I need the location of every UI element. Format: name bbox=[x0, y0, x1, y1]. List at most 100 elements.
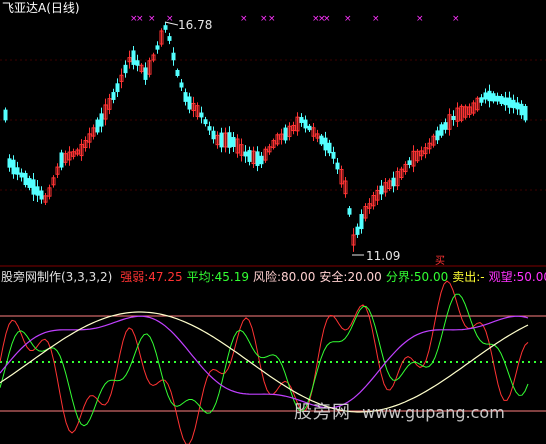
watermark: 股旁网 www.gupang.com bbox=[294, 398, 505, 424]
x-marker: × bbox=[148, 14, 156, 24]
candle-body bbox=[19, 172, 24, 178]
candle-body bbox=[247, 150, 252, 162]
candle-body bbox=[495, 95, 500, 102]
candle-body bbox=[347, 208, 352, 215]
x-marker: × bbox=[323, 14, 331, 24]
indicator-title: 股旁网制作(3,3,3,2) bbox=[1, 270, 113, 284]
candle-body bbox=[203, 119, 208, 125]
indicator-field: 安全:20.00 bbox=[319, 270, 382, 284]
candle-body bbox=[99, 113, 104, 127]
candle-body bbox=[243, 151, 248, 157]
candle-body bbox=[199, 112, 204, 118]
candle-body bbox=[327, 142, 332, 154]
candle-body bbox=[7, 158, 12, 168]
candle-body bbox=[11, 159, 16, 175]
candle-body bbox=[179, 82, 184, 88]
candle-body bbox=[15, 167, 20, 175]
indicator-header: 股旁网制作(3,3,3,2) 强弱:47.25 平均:45.19 风险:80.00 安… bbox=[1, 270, 546, 284]
candle-body bbox=[3, 109, 8, 121]
indicator-field: 观望:50.00 bbox=[488, 270, 546, 284]
x-marker: × bbox=[240, 14, 248, 24]
candle-body bbox=[435, 130, 440, 141]
candle-body bbox=[163, 25, 168, 30]
candle-body bbox=[487, 90, 492, 102]
candle-body bbox=[31, 179, 36, 195]
candle-body bbox=[439, 124, 444, 136]
candle-body bbox=[231, 137, 236, 147]
indicator-field: 平均:45.19 bbox=[186, 270, 249, 284]
candlesticks[interactable] bbox=[3, 22, 528, 252]
stock-chart[interactable]: ×× × × × × × ××× × × × × 16.78 11.09 买 bbox=[0, 0, 546, 444]
candle-body bbox=[59, 152, 64, 168]
watermark-cn: 股旁网 bbox=[294, 402, 351, 423]
x-marker: × bbox=[136, 14, 144, 24]
candle-body bbox=[183, 92, 188, 102]
chart-window: × × × × × × × × × × × × × × 16.78 11.09 买 飞亚达A(日线) 股旁… bbox=[0, 0, 546, 444]
indicator-fields: 强弱:47.25 平均:45.19 风险:80.00 安全:20.00 分界:50.00… bbox=[116, 270, 546, 284]
x-marker: × bbox=[372, 14, 380, 24]
candle-body bbox=[39, 190, 44, 200]
candle-body bbox=[131, 50, 136, 65]
candle-body bbox=[155, 45, 160, 50]
candle-body bbox=[143, 67, 148, 80]
candle-body bbox=[111, 92, 116, 100]
candle-body bbox=[479, 97, 484, 103]
candle-body bbox=[171, 52, 176, 61]
candle-body bbox=[27, 178, 32, 188]
watermark-url: www.gupang.com bbox=[362, 403, 505, 422]
candle-body bbox=[211, 130, 216, 140]
candle-body bbox=[359, 214, 364, 230]
candle-body bbox=[519, 103, 524, 116]
candle-body bbox=[303, 119, 308, 129]
indicator-field: 强弱:47.25 bbox=[120, 270, 183, 284]
candle-body bbox=[483, 92, 488, 100]
candle-body bbox=[227, 132, 232, 148]
candle-body bbox=[219, 132, 224, 148]
low-price-label: 11.09 bbox=[366, 249, 400, 263]
high-price-label: 16.78 bbox=[178, 18, 212, 32]
indicator-field: 卖出:- bbox=[452, 270, 485, 284]
candle-body bbox=[187, 96, 192, 110]
indicator-field: 分界:50.00 bbox=[385, 270, 449, 284]
candle-body bbox=[451, 115, 456, 121]
candle-body bbox=[23, 172, 28, 186]
x-marker: × bbox=[344, 14, 352, 24]
candle-body bbox=[115, 83, 120, 93]
candle-body bbox=[207, 126, 212, 131]
chart-period: (日线) bbox=[46, 1, 80, 15]
candle-body bbox=[515, 102, 520, 110]
candle-body bbox=[523, 105, 528, 121]
candle-body bbox=[443, 122, 448, 130]
candle-body bbox=[391, 177, 396, 187]
candle-body bbox=[283, 127, 288, 141]
candle-body bbox=[407, 160, 412, 165]
candle-body bbox=[135, 60, 140, 66]
candle-body bbox=[123, 64, 128, 74]
candle-body bbox=[499, 96, 504, 104]
candle-body bbox=[355, 226, 360, 235]
candle-body bbox=[307, 125, 312, 131]
x-marker: × bbox=[452, 14, 460, 24]
candle-body bbox=[379, 185, 384, 195]
candle-body bbox=[503, 97, 508, 106]
candle-body bbox=[511, 99, 516, 109]
x-marker: × bbox=[260, 14, 268, 24]
candle-body bbox=[167, 36, 172, 41]
candle-body bbox=[259, 155, 264, 165]
buy-signal-glyph: 买 bbox=[435, 255, 445, 267]
price-gridlines bbox=[0, 59, 546, 191]
candle-body bbox=[335, 162, 340, 170]
x-marker: × bbox=[268, 14, 276, 24]
candle-body bbox=[175, 70, 180, 76]
stock-name: 飞亚达A bbox=[2, 1, 47, 15]
candle-body bbox=[255, 151, 260, 166]
candle-body bbox=[35, 186, 40, 196]
candle-body bbox=[95, 119, 100, 133]
indicator-field: 风险:80.00 bbox=[253, 270, 316, 284]
candle-body bbox=[507, 97, 512, 108]
candle-body bbox=[299, 117, 304, 123]
candle-body bbox=[331, 151, 336, 159]
candle-body bbox=[319, 135, 324, 145]
candle-body bbox=[323, 137, 328, 151]
x-marker: × bbox=[416, 14, 424, 24]
